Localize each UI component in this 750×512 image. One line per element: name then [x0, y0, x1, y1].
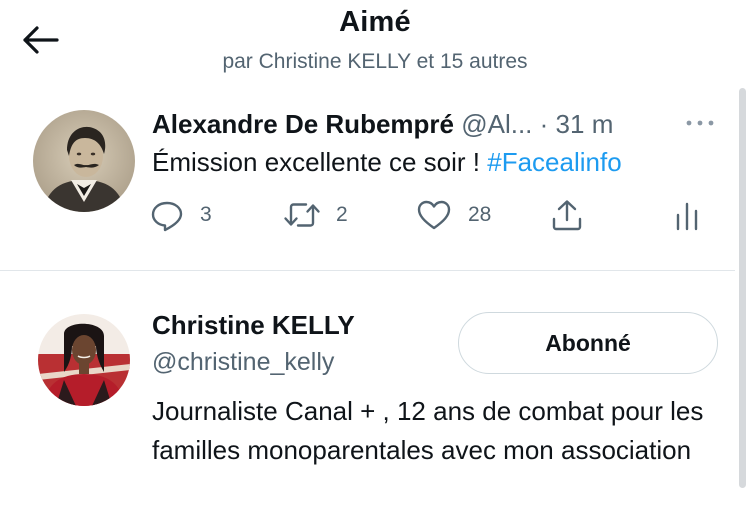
header: Aimé par Christine KELLY et 15 autres — [0, 0, 750, 90]
reply-button[interactable]: 3 — [150, 197, 212, 233]
like-count: 28 — [468, 203, 492, 226]
portrait-image — [33, 110, 135, 212]
hashtag-link[interactable]: #Facealinfo — [487, 147, 621, 177]
tweet-time[interactable]: 31 m — [556, 109, 614, 139]
tweet-header: Alexandre De Rubempré @Al... · 31 m — [152, 109, 722, 143]
retweet-icon — [284, 203, 320, 227]
tweet-actions: 3 2 28 — [150, 197, 710, 233]
more-horizontal-icon — [686, 120, 714, 126]
avatar[interactable] — [33, 110, 135, 212]
user-cell[interactable]: Christine KELLY @christine_kelly Abonné … — [0, 290, 735, 512]
meta-separator: · — [539, 109, 549, 139]
heart-icon — [417, 200, 451, 230]
user-bio: Journaliste Canal + , 12 ans de combat p… — [152, 396, 704, 465]
tweet[interactable]: Alexandre De Rubempré @Al... · 31 m Émis… — [0, 95, 735, 270]
liked-by-page: Aimé par Christine KELLY et 15 autres Al… — [0, 0, 750, 512]
following-button[interactable]: Abonné — [458, 312, 718, 374]
reply-bubble-icon — [151, 201, 183, 232]
share-upload-icon — [552, 200, 582, 231]
analytics-button[interactable] — [674, 197, 700, 233]
user-name[interactable]: Christine KELLY — [152, 310, 355, 341]
page-title: Aimé — [339, 6, 411, 38]
like-button[interactable]: 28 — [416, 197, 491, 233]
analytics-bars-icon — [676, 202, 698, 231]
retweet-button[interactable]: 2 — [282, 197, 348, 233]
profile-photo — [38, 314, 130, 406]
tweet-text: Émission excellente ce soir ! #Facealinf… — [152, 147, 622, 178]
reply-count: 3 — [200, 203, 212, 226]
page-subtitle: par Christine KELLY et 15 autres — [222, 50, 528, 73]
retweet-count: 2 — [336, 203, 348, 226]
author-name[interactable]: Alexandre De Rubempré — [152, 109, 454, 139]
scrollbar[interactable] — [739, 88, 746, 488]
user-handle[interactable]: @christine_kelly — [152, 348, 334, 377]
author-handle[interactable]: @Al... — [461, 109, 532, 139]
avatar[interactable] — [38, 314, 130, 406]
tweet-body: Émission excellente ce soir ! — [152, 147, 488, 177]
share-button[interactable] — [550, 197, 584, 233]
more-button[interactable] — [682, 113, 718, 133]
divider — [0, 270, 735, 271]
